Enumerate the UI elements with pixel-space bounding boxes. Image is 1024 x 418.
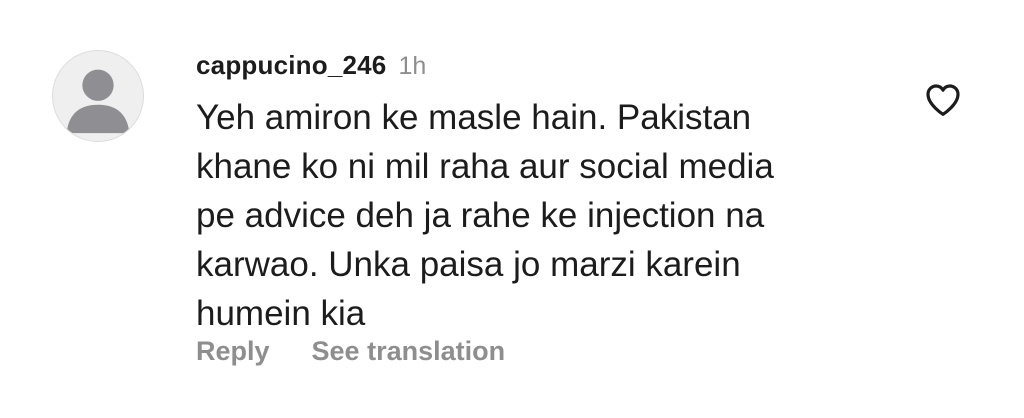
avatar[interactable] (52, 50, 144, 142)
reply-button[interactable]: Reply (196, 336, 270, 367)
heart-outline-icon (926, 84, 960, 116)
comment-item: cappucino_246 1h Yeh amiron ke masle hai… (0, 0, 1024, 418)
see-translation-button[interactable]: See translation (312, 336, 506, 367)
comment-actions: Reply See translation (196, 336, 505, 367)
comment-text: Yeh amiron ke masle hain. Pakistan khane… (196, 98, 774, 333)
like-button[interactable] (922, 80, 964, 120)
timestamp: 1h (398, 52, 427, 80)
username[interactable]: cappucino_246 (196, 50, 386, 81)
default-profile-icon (66, 69, 130, 134)
comment-header: cappucino_246 1h (196, 50, 426, 84)
